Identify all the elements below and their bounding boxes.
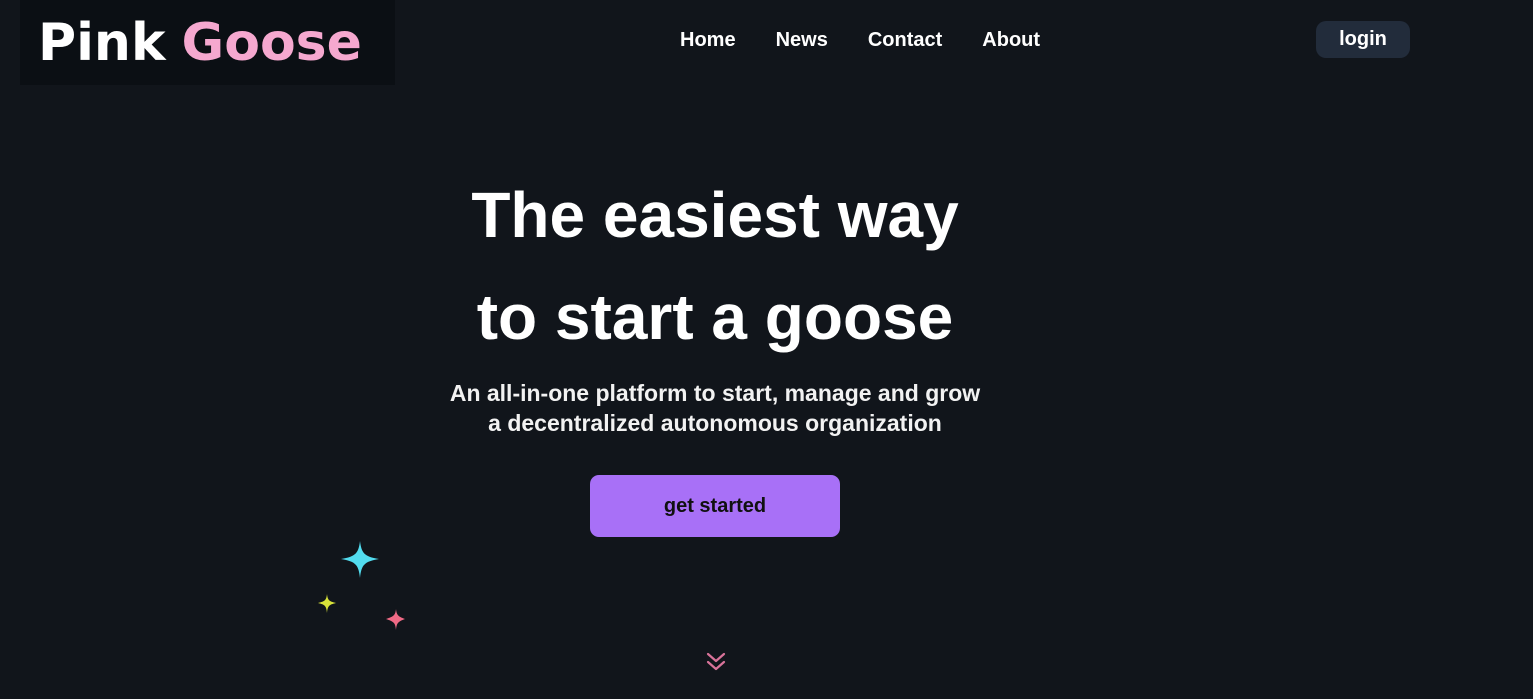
nav-home-link[interactable]: Home <box>680 26 736 54</box>
logo-word-goose: Goose <box>181 12 362 73</box>
login-button[interactable]: login <box>1316 21 1410 58</box>
main-nav: Home News Contact About <box>680 26 1040 54</box>
hero-title-line2: to start a goose <box>476 281 954 353</box>
hero-subtitle-line2: a decentralized autonomous organization <box>488 410 942 436</box>
sparkle-cyan-icon <box>341 541 379 578</box>
hero-subtitle: An all-in-one platform to start, manage … <box>0 378 1430 438</box>
hero-subtitle-line1: An all-in-one platform to start, manage … <box>449 380 981 406</box>
nav-news-link[interactable]: News <box>776 26 828 54</box>
sparkles-icon <box>318 541 405 630</box>
sparkle-yellow-icon <box>318 594 336 613</box>
logo[interactable]: Pink Goose <box>20 0 395 85</box>
nav-contact-link[interactable]: Contact <box>868 26 942 54</box>
get-started-button[interactable]: get started <box>590 475 840 537</box>
logo-word-pink: Pink <box>38 12 166 73</box>
nav-about-link[interactable]: About <box>982 26 1040 54</box>
sparkle-pink-icon <box>386 609 405 630</box>
double-chevron-down-icon[interactable] <box>702 648 730 676</box>
landing-page: Pink Goose Home News Contact About login… <box>0 0 1533 699</box>
hero-title-line1: The easiest way <box>471 179 959 251</box>
